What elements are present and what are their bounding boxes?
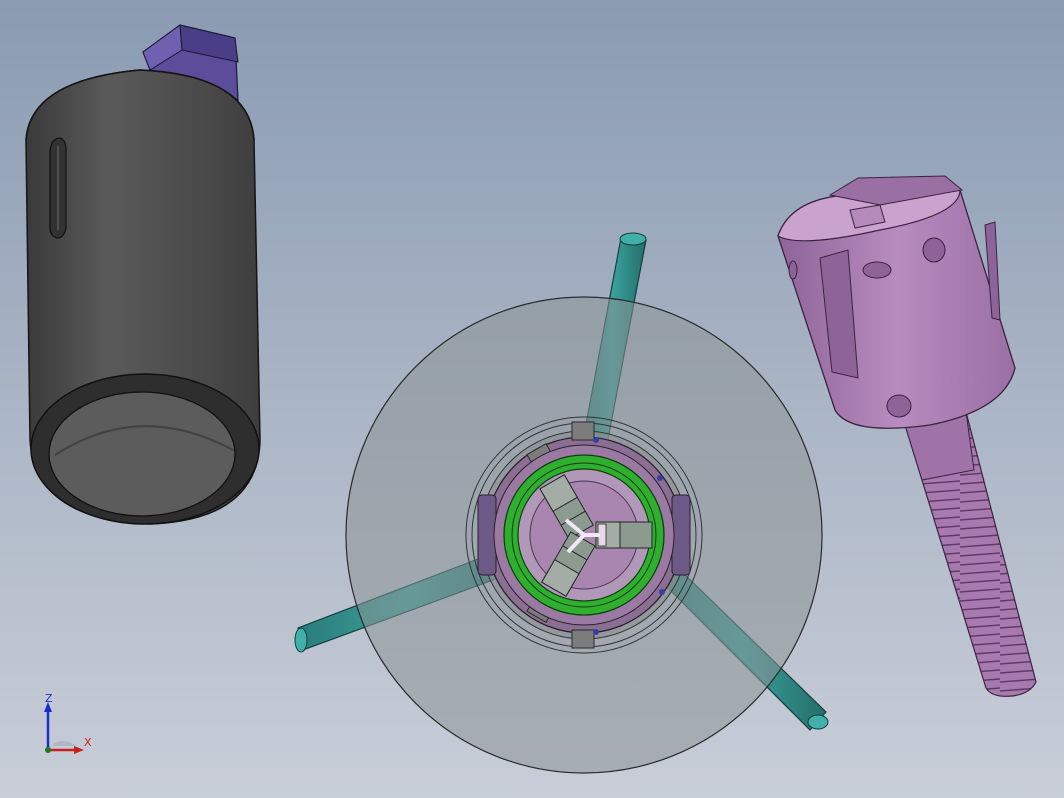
z-axis-label: Z: [45, 694, 53, 705]
triad-plane: [48, 740, 76, 750]
triad-origin: [45, 747, 51, 753]
sleeve-part[interactable]: [25, 24, 261, 525]
x-axis-label: X: [84, 736, 92, 749]
cad-scene[interactable]: [0, 0, 1064, 798]
x-axis-arrow: [74, 746, 84, 754]
cad-viewport[interactable]: Z X: [0, 0, 1064, 798]
coordinate-triad: Z X: [38, 692, 108, 764]
triad-graphic: Z X: [44, 692, 92, 754]
